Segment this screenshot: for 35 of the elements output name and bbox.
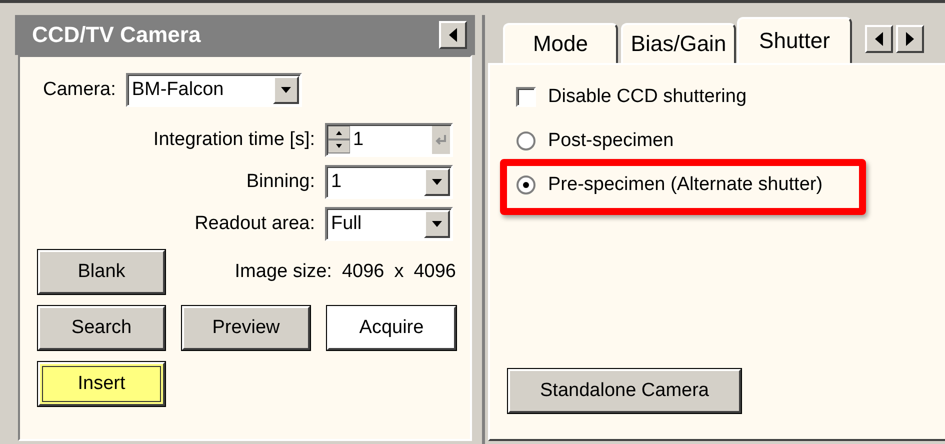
field-label: Image size: xyxy=(234,261,332,283)
field-label: Binning: xyxy=(246,171,315,193)
collapse-icon[interactable] xyxy=(439,21,467,49)
field-label: Camera: xyxy=(43,79,116,101)
action-button[interactable]: Preview xyxy=(182,306,310,350)
action-button[interactable]: Blank xyxy=(38,250,165,294)
number-field[interactable]: 1 xyxy=(325,123,453,157)
field-label: Readout area: xyxy=(194,213,315,235)
radio-button[interactable] xyxy=(516,175,536,195)
dropdown[interactable]: 1 xyxy=(325,165,453,199)
option-label: Pre-specimen (Alternate shutter) xyxy=(548,174,823,196)
size-value: 4096 xyxy=(414,261,456,283)
panel-title: CCD/TV Camera xyxy=(32,22,201,48)
size-value: 4096 xyxy=(342,261,384,283)
caret-icon[interactable] xyxy=(424,210,450,238)
dropdown[interactable]: Full xyxy=(325,207,453,241)
field-label: Integration time [s]: xyxy=(153,129,315,151)
option-label: Post-specimen xyxy=(548,130,674,152)
spinner-icon[interactable] xyxy=(328,126,350,154)
option-label: Disable CCD shuttering xyxy=(548,86,747,108)
tab[interactable]: Mode xyxy=(503,23,618,63)
tab[interactable]: Bias/Gain xyxy=(621,23,736,63)
caret-icon[interactable] xyxy=(272,76,299,104)
action-button[interactable]: Insert xyxy=(38,362,165,406)
action-button[interactable]: Acquire xyxy=(327,306,456,350)
size-separator: x xyxy=(394,261,404,283)
camera-dropdown[interactable]: BM-Falcon xyxy=(126,73,302,107)
caret-icon[interactable] xyxy=(424,168,450,196)
checkbox[interactable] xyxy=(516,87,536,107)
radio-button[interactable] xyxy=(516,131,536,151)
standalone-camera-button[interactable]: Standalone Camera xyxy=(508,369,741,413)
scroll-right-icon[interactable] xyxy=(896,25,924,53)
action-button[interactable]: Search xyxy=(38,306,165,350)
tab[interactable]: Shutter xyxy=(737,17,852,63)
scroll-left-icon[interactable] xyxy=(865,25,893,53)
